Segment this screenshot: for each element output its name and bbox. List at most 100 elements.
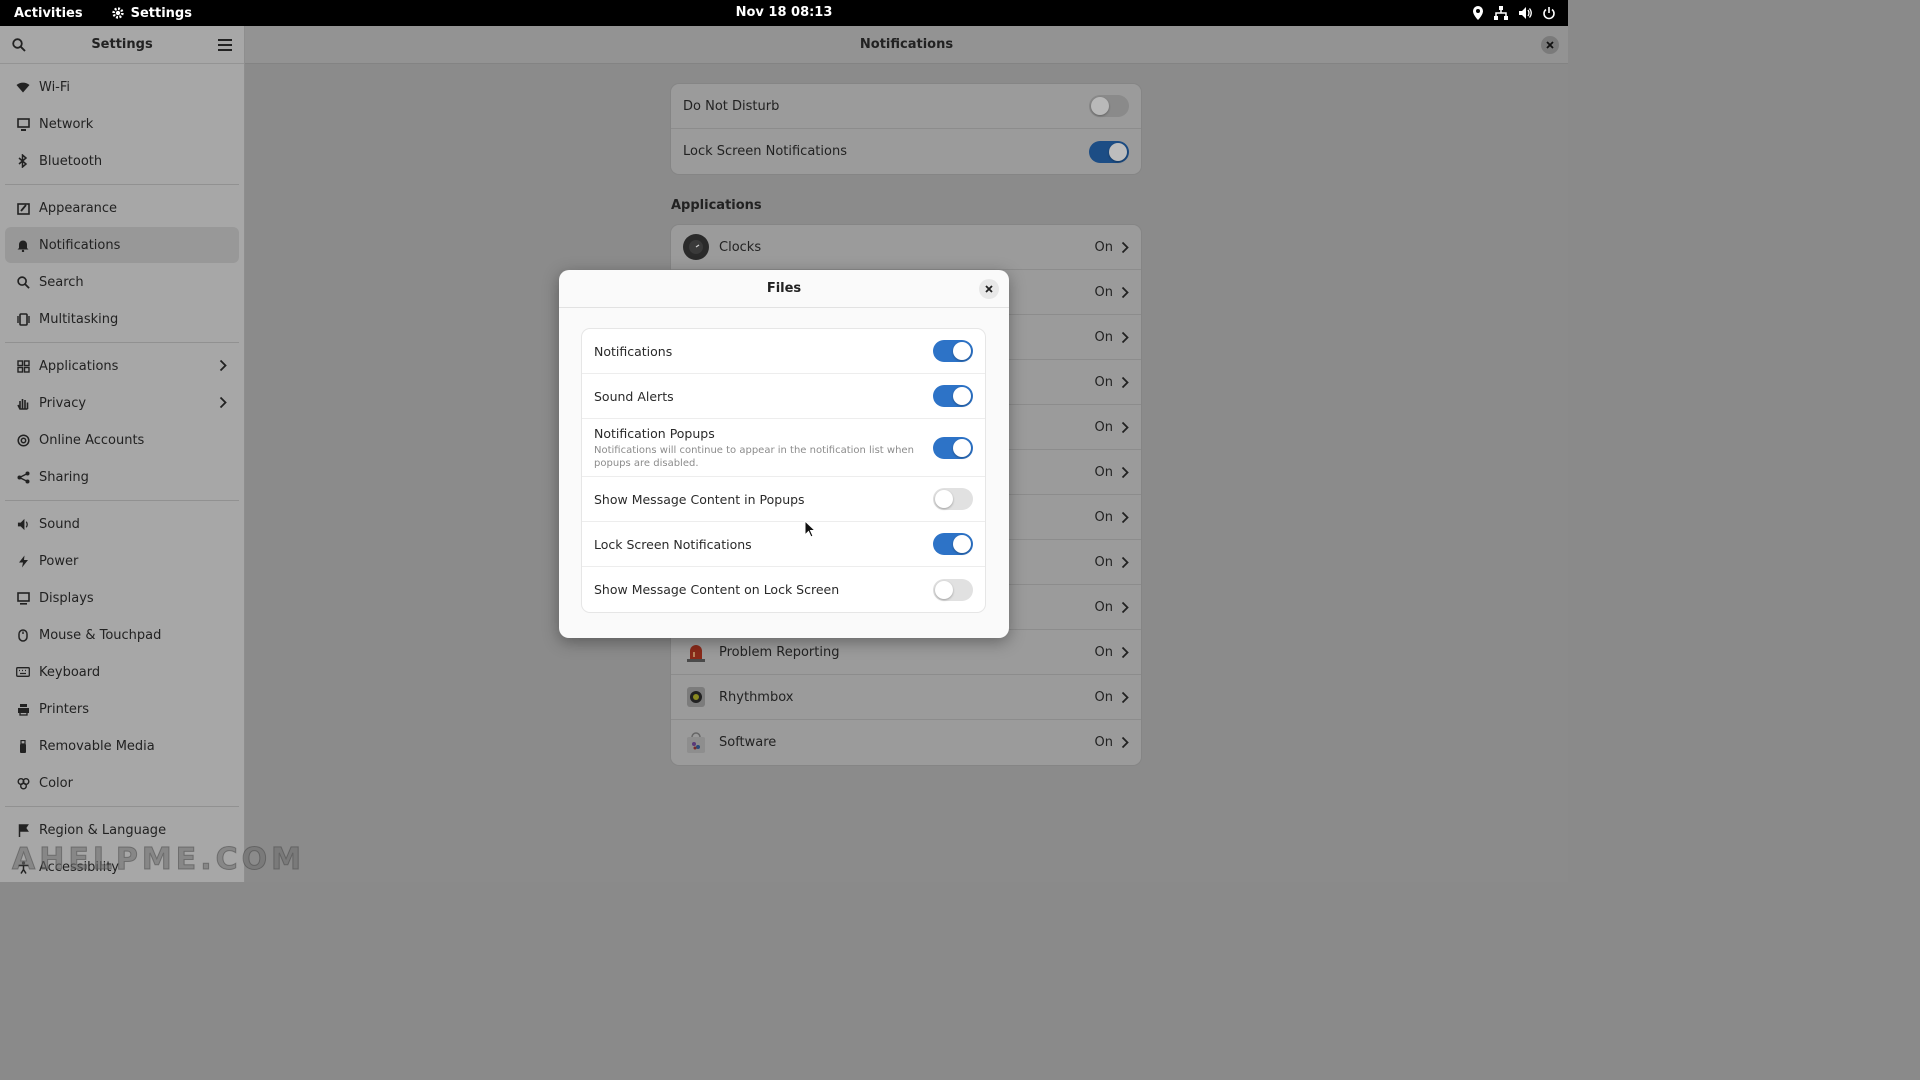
- clock-app-icon: [683, 234, 709, 260]
- bluetooth-icon: [16, 154, 30, 168]
- sidebar-item-power[interactable]: Power: [5, 543, 239, 579]
- show-content-lock-screen-switch[interactable]: [933, 578, 973, 601]
- display-icon: [16, 591, 30, 605]
- app-name: Clocks: [719, 239, 762, 255]
- sidebar-item-label: Wi-Fi: [39, 79, 71, 95]
- lock-screen-notifications-label: Lock Screen Notifications: [683, 144, 847, 159]
- applications-heading: Applications: [671, 198, 762, 213]
- chevron-right-icon: [1121, 556, 1129, 568]
- sidebar-item-sound[interactable]: Sound: [5, 506, 239, 542]
- sidebar-separator: [5, 500, 239, 501]
- sidebar-item-notifications[interactable]: Notifications: [5, 227, 239, 263]
- sidebar-item-mouse[interactable]: Mouse & Touchpad: [5, 617, 239, 653]
- do-not-disturb-row[interactable]: Do Not Disturb: [671, 84, 1141, 129]
- sidebar-item-bluetooth[interactable]: Bluetooth: [5, 143, 239, 179]
- sidebar-item-label: Printers: [39, 701, 90, 717]
- show-content-lock-screen-label: Show Message Content on Lock Screen: [594, 582, 840, 597]
- sidebar-list: Wi-Fi Network Bluetooth Appearance Notif…: [0, 64, 244, 890]
- notifications-switch[interactable]: [933, 340, 973, 362]
- sidebar-item-label: Online Accounts: [39, 432, 145, 448]
- bell-icon: [16, 238, 30, 252]
- page-title: Notifications: [859, 37, 954, 52]
- lock-screen-notifications-row[interactable]: Lock Screen Notifications: [671, 129, 1141, 174]
- system-tray[interactable]: [1472, 0, 1556, 26]
- app-row-clocks[interactable]: Clocks On: [671, 225, 1141, 270]
- sidebar-item-displays[interactable]: Displays: [5, 580, 239, 616]
- notification-popups-switch[interactable]: [933, 436, 973, 459]
- notification-popups-row[interactable]: Notification Popups Notifications will c…: [582, 419, 985, 477]
- window-close-button[interactable]: [1541, 36, 1559, 54]
- sound-alerts-label: Sound Alerts: [594, 388, 674, 404]
- app-row-software[interactable]: Software On: [671, 720, 1141, 765]
- chevron-right-icon: [1121, 331, 1129, 343]
- sidebar-item-label: Bluetooth: [39, 153, 103, 169]
- app-menu-button[interactable]: Settings: [111, 6, 192, 21]
- sidebar-item-label: Displays: [39, 590, 94, 606]
- sidebar-item-printers[interactable]: Printers: [5, 691, 239, 727]
- sidebar-item-applications[interactable]: Applications: [5, 348, 239, 384]
- dialog-close-button[interactable]: [979, 279, 999, 299]
- sidebar-item-label: Sharing: [39, 469, 89, 485]
- do-not-disturb-switch[interactable]: [1089, 95, 1129, 117]
- mouse-icon: [16, 628, 30, 642]
- hamburger-menu-icon[interactable]: [218, 38, 232, 51]
- do-not-disturb-label: Do Not Disturb: [683, 98, 780, 114]
- sidebar-title: Settings: [91, 37, 153, 52]
- app-state: On: [1094, 735, 1113, 750]
- show-content-popups-switch[interactable]: [933, 488, 973, 510]
- top-bar: Activities Settings Nov 18 08:13: [0, 0, 1568, 26]
- sidebar-item-appearance[interactable]: Appearance: [5, 190, 239, 226]
- gear-icon: [111, 7, 124, 19]
- sound-alerts-switch[interactable]: [933, 385, 973, 407]
- lock-screen-label: Lock Screen Notifications: [594, 536, 752, 552]
- sidebar-item-label: Network: [39, 116, 94, 132]
- sidebar-item-label: Applications: [39, 358, 119, 374]
- chevron-right-icon: [1121, 376, 1129, 388]
- chevron-right-icon: [219, 359, 227, 372]
- sidebar-item-wifi[interactable]: Wi-Fi: [5, 69, 239, 105]
- app-row-rhythmbox[interactable]: Rhythmbox On: [671, 675, 1141, 720]
- chevron-right-icon: [1121, 421, 1129, 433]
- app-state: On: [1094, 689, 1113, 705]
- search-icon: [16, 275, 30, 289]
- sidebar-item-label: Sound: [39, 516, 80, 532]
- sidebar-item-multitasking[interactable]: Multitasking: [5, 301, 239, 337]
- search-icon[interactable]: [12, 37, 26, 52]
- show-content-popups-row[interactable]: Show Message Content in Popups: [582, 477, 985, 522]
- app-state: On: [1094, 419, 1113, 435]
- app-name: Software: [719, 735, 777, 750]
- sidebar-item-color[interactable]: Color: [5, 765, 239, 801]
- network-icon: [16, 117, 30, 131]
- hand-icon: [16, 396, 30, 410]
- sidebar-item-keyboard[interactable]: Keyboard: [5, 654, 239, 690]
- lock-screen-notifications-switch[interactable]: [1089, 140, 1129, 163]
- sidebar-item-label: Power: [39, 553, 79, 569]
- sidebar-item-network[interactable]: Network: [5, 106, 239, 142]
- notifications-row[interactable]: Notifications: [582, 329, 985, 374]
- clock[interactable]: Nov 18 08:13: [0, 0, 1568, 26]
- sidebar-item-privacy[interactable]: Privacy: [5, 385, 239, 421]
- share-icon: [16, 470, 30, 484]
- sidebar-item-search[interactable]: Search: [5, 264, 239, 300]
- sidebar-separator: [5, 806, 239, 807]
- rhythmbox-speaker-icon: [683, 684, 709, 710]
- app-name: Problem Reporting: [719, 644, 840, 660]
- sidebar-item-online-accounts[interactable]: Online Accounts: [5, 422, 239, 458]
- sidebar-item-removable-media[interactable]: Removable Media: [5, 728, 239, 764]
- sidebar-item-sharing[interactable]: Sharing: [5, 459, 239, 495]
- location-icon: [1473, 6, 1483, 20]
- software-bag-icon: [683, 730, 709, 756]
- sidebar-item-label: Appearance: [39, 200, 118, 216]
- appearance-icon: [16, 201, 30, 215]
- close-icon: [1546, 41, 1554, 49]
- at-icon: [16, 433, 30, 447]
- close-icon: [985, 285, 993, 293]
- sidebar-item-label: Multitasking: [39, 311, 119, 327]
- lock-screen-switch[interactable]: [933, 533, 973, 555]
- activities-button[interactable]: Activities: [14, 6, 83, 21]
- multitasking-icon: [16, 312, 30, 326]
- show-content-lock-screen-row[interactable]: Show Message Content on Lock Screen: [582, 567, 985, 612]
- chevron-right-icon: [1121, 466, 1129, 478]
- sound-alerts-row[interactable]: Sound Alerts: [582, 374, 985, 419]
- lock-screen-row[interactable]: Lock Screen Notifications: [582, 522, 985, 567]
